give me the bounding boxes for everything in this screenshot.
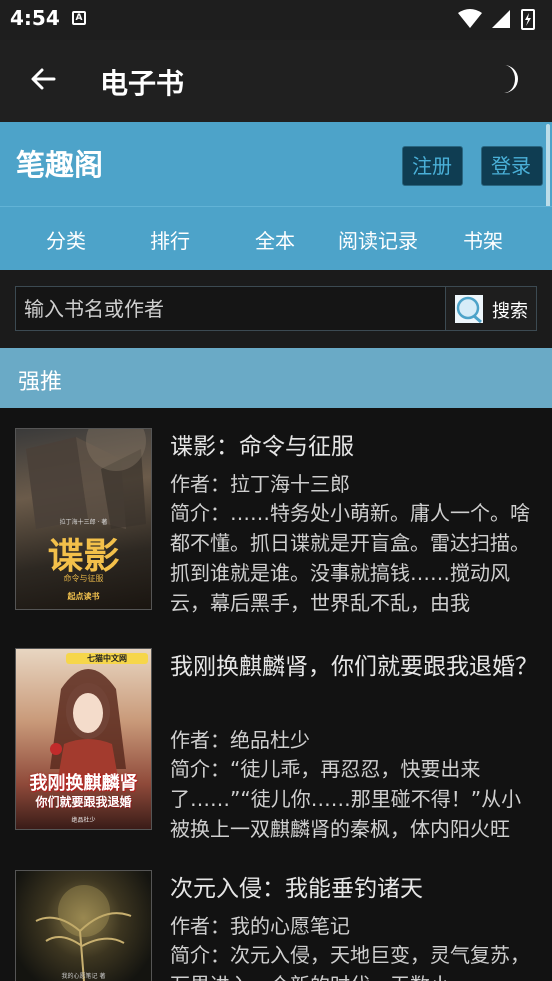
nav-item-complete[interactable]: 全本 [255,225,295,254]
book-title[interactable]: 谍影：命令与征服 [170,430,540,464]
book-description: 简介：……特务处小萌新。庸人一个。啥都不懂。抓日谍就是开盲盒。雷达扫描。抓到谁就… [170,501,530,615]
book-cover[interactable]: 我的心愿笔记 著 [15,870,152,981]
site-header: 笔趣阁 注册 登录 [0,122,552,206]
app-bar: 电子书 [0,40,552,122]
nav-item-ranking[interactable]: 排行 [150,225,190,254]
cover-subtitle: 你们就要跟我退婚 [35,795,132,809]
status-bar: 4:54 A [0,0,552,40]
book-title[interactable]: 次元入侵：我能垂钓诸天 [170,872,540,906]
search-area: 搜索 [0,270,552,348]
cover-title: 谍影 [47,535,120,577]
section-title: 强推 [18,370,63,395]
login-button[interactable]: 登录 [481,146,543,186]
cover-author: 拉丁海十三郎 · 著 [59,519,108,526]
cover-subtitle: 命令与征服 [63,574,104,583]
app-title: 电子书 [100,67,185,100]
scrollbar[interactable] [546,124,550,210]
cover-publisher: 七猫中文网 [66,653,148,664]
nav-item-bookshelf[interactable]: 书架 [463,225,503,254]
nav-item-category[interactable]: 分类 [46,225,86,254]
cover-publisher: 起点读书 [67,591,100,601]
book-cover[interactable]: 七猫中文网 我刚换麒麟肾 你们就要跟我退婚 绝品杜少 [15,648,152,830]
register-button[interactable]: 注册 [402,146,463,186]
book-author: 作者：绝品杜少 [170,728,310,752]
search-icon [455,295,483,323]
book-author: 作者：我的心愿笔记 [170,914,350,938]
notification-a-icon: A [72,11,86,25]
book-title[interactable]: 我刚换麒麟肾，你们就要跟我退婚？ [170,650,540,684]
cover-title: 我刚换麒麟肾 [29,773,138,794]
nav-item-history[interactable]: 阅读记录 [338,225,418,254]
book-description: 简介：“徒儿乖，再忍忍，快要出来了……”“徒儿你……那里碰不得！”从小被换上一双… [170,757,522,841]
arrow-back-icon[interactable] [26,62,60,96]
signal-icon [492,10,510,28]
book-description: 简介：次元入侵，天地巨变，灵气复苏，万界进入一个新的时代，无数小 [170,943,530,981]
status-icons [458,9,535,30]
book-cover[interactable]: 拉丁海十三郎 · 著 谍影 命令与征服 起点读书 [15,428,152,610]
search-box [15,286,446,331]
cover-art [35,885,132,981]
search-input[interactable] [24,295,424,323]
cover-author: 我的心愿笔记 著 [61,973,106,980]
search-button[interactable]: 搜索 [445,286,537,331]
moon-icon[interactable] [490,62,524,96]
book-author: 作者：拉丁海十三郎 [170,472,350,496]
site-title[interactable]: 笔趣阁 [16,142,103,184]
wifi-icon [458,9,482,28]
search-button-label: 搜索 [492,301,528,322]
cover-author: 绝品杜少 [71,817,96,824]
section-header: 强推 [0,348,552,408]
nav-bar: 分类 排行 全本 阅读记录 书架 [0,206,552,270]
status-time: 4:54 [10,6,60,30]
